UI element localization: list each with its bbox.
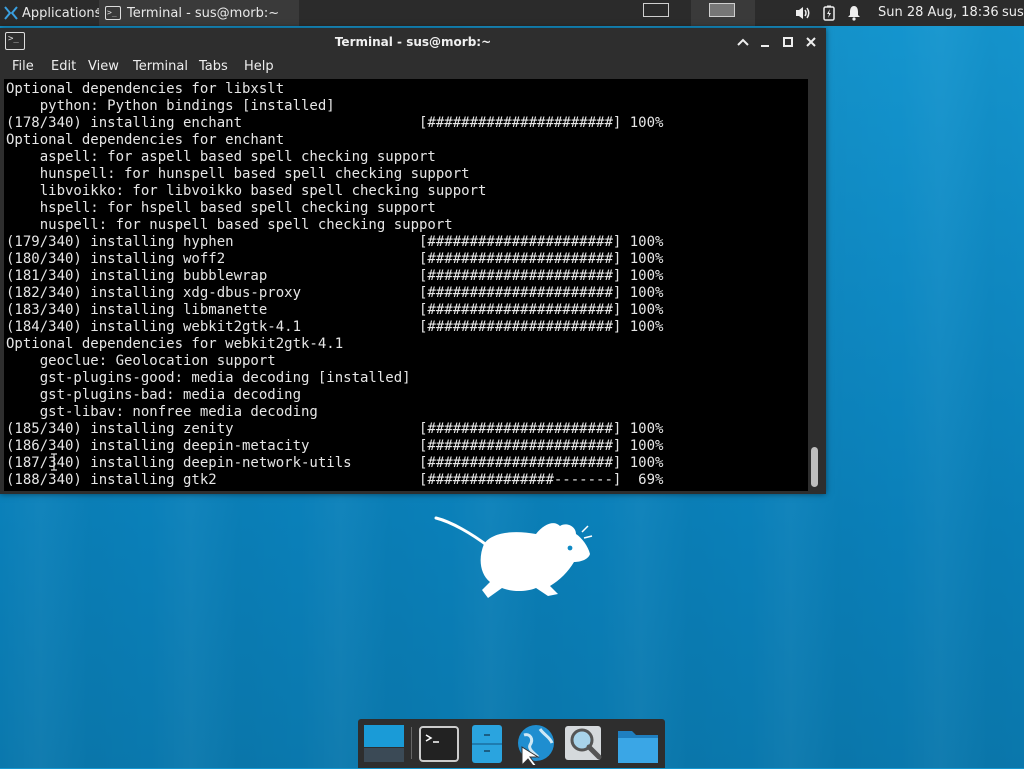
terminal-line: aspell: for aspell based spell checking … [6,149,436,165]
menu-tabs[interactable]: Tabs [199,59,228,74]
battery-icon[interactable] [822,5,838,21]
terminal-line: hspell: for hspell based spell checking … [6,200,436,216]
terminal-line: (181/340) installing bubblewrap [#######… [6,268,664,284]
terminal-icon[interactable] [418,723,462,765]
dock [358,719,665,768]
terminal-line: gst-plugins-bad: media decoding [6,387,302,403]
terminal-line: geoclue: Geolocation support [6,353,276,369]
terminal-line: (184/340) installing webkit2gtk-4.1 [###… [6,319,664,335]
top-panel: Applications Ξ >_ Terminal - sus@morb:~ … [0,0,1024,26]
dock-separator [411,727,412,759]
text-cursor-icon [51,453,57,471]
scrollbar-thumb[interactable] [811,447,818,487]
terminal-line: (185/340) installing zenity [###########… [6,421,664,437]
applications-label: Applications [22,5,102,21]
terminal-line: Optional dependencies for webkit2gtk-4.1 [6,336,344,352]
xfce-logo-icon [4,6,18,20]
app-finder-icon[interactable] [562,723,606,765]
menu-help[interactable]: Help [244,59,274,74]
menu-file[interactable]: File [12,59,34,74]
window-title: Terminal - sus@morb:~ [334,35,492,49]
terminal-line: python: Python bindings [installed] [6,98,335,114]
workspace-1[interactable] [625,0,689,26]
terminal-scrollbar[interactable] [808,79,822,491]
volume-icon[interactable] [794,5,810,21]
file-manager-icon[interactable] [466,723,510,765]
menu-bar: File Edit View Terminal Tabs Help [0,57,826,79]
terminal-line: (187/340) installing deepin-network-util… [6,455,664,471]
panel-separator: Ξ [96,6,104,20]
workspace-2-preview [709,3,735,17]
clock[interactable]: Sun 28 Aug, 18:36 [878,5,999,20]
terminal-line: nuspell: for nuspell based spell checkin… [6,217,453,233]
terminal-text: Optional dependencies for libxslt python… [6,81,663,489]
terminal-output[interactable]: Optional dependencies for libxslt python… [4,79,808,491]
folder-icon[interactable] [616,723,660,765]
terminal-line: gst-plugins-good: media decoding [instal… [6,370,411,386]
terminal-line: (188/340) installing gtk2 [#############… [6,472,664,488]
terminal-line: (182/340) installing xdg-dbus-proxy [###… [6,285,664,301]
taskbar-terminal-label: Terminal - sus@morb:~ [127,5,280,21]
taskbar-terminal-button[interactable]: >_ Terminal - sus@morb:~ [99,0,299,26]
minimize-icon[interactable] [758,34,772,48]
menu-terminal[interactable]: Terminal [133,59,188,74]
terminal-line: (178/340) installing enchant [##########… [6,115,664,131]
menu-edit[interactable]: Edit [51,59,76,74]
terminal-line: (186/340) installing deepin-metacity [##… [6,438,664,454]
window-titlebar[interactable]: >_ Terminal - sus@morb:~ [0,28,826,57]
menu-view[interactable]: View [88,59,119,74]
show-desktop-icon[interactable] [362,723,406,765]
terminal-line: libvoikko: for libvoikko based spell che… [6,183,487,199]
web-browser-icon[interactable] [514,723,558,768]
terminal-line: gst-libav: nonfree media decoding [6,404,318,420]
workspace-1-preview [643,3,669,17]
user-menu[interactable]: sus [1002,5,1024,20]
notification-bell-icon[interactable] [847,5,863,21]
terminal-line: (183/340) installing libmanette [#######… [6,302,664,318]
terminal-line: Optional dependencies for libxslt [6,81,285,97]
terminal-line: Optional dependencies for enchant [6,132,285,148]
terminal-line: (180/340) installing woff2 [############… [6,251,664,267]
close-icon[interactable] [804,34,818,48]
shade-icon[interactable] [736,34,750,48]
applications-menu-button[interactable]: Applications [0,0,107,26]
xfce-mouse-logo [432,512,594,604]
terminal-icon: >_ [105,6,121,20]
terminal-line: hunspell: for hunspell based spell check… [6,166,470,182]
workspace-2[interactable] [691,0,755,26]
terminal-line: (179/340) installing hyphen [###########… [6,234,664,250]
terminal-window: >_ Terminal - sus@morb:~ File Edit View … [0,28,826,494]
maximize-icon[interactable] [781,34,795,48]
